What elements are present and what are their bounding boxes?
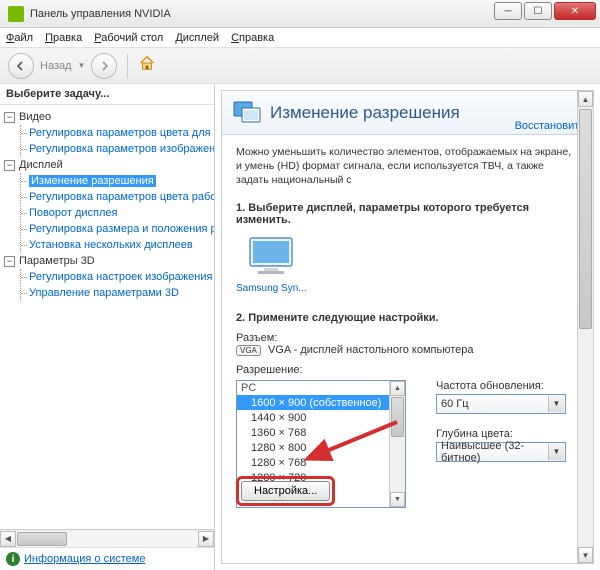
maximize-button[interactable]: ☐: [524, 2, 552, 20]
tree-item[interactable]: Регулировка параметров цвета для вид: [29, 125, 214, 141]
forward-button[interactable]: [91, 53, 117, 79]
content-frame: Изменение разрешения Восстановить Можно …: [221, 90, 594, 564]
content-area: Изменение разрешения Восстановить Можно …: [215, 84, 600, 570]
back-label: Назад: [40, 60, 72, 72]
monitor-selector[interactable]: Samsung Syn...: [236, 234, 307, 294]
tree-item[interactable]: Поворот дисплея: [29, 205, 214, 221]
list-item[interactable]: 1600 × 900 (собственное): [237, 395, 405, 410]
settings-button-highlight: Настройка...: [236, 476, 335, 506]
tree-item[interactable]: Регулировка настроек изображения с пр: [29, 269, 214, 285]
depth-value: Наивысшее (32-битное): [441, 440, 561, 464]
tree-item[interactable]: Регулировка размера и положения рабо: [29, 221, 214, 237]
chevron-down-icon: ▼: [548, 396, 564, 412]
step1-label: 1. Выберите дисплей, параметры которого …: [236, 202, 579, 226]
vga-icon: VGA: [236, 345, 261, 356]
list-item[interactable]: 1360 × 768: [237, 425, 405, 440]
minimize-button[interactable]: ─: [494, 2, 522, 20]
depth-label: Глубина цвета:: [436, 428, 566, 440]
collapse-icon[interactable]: −: [4, 160, 15, 171]
scroll-left-icon[interactable]: ◀: [0, 531, 16, 547]
content-v-scrollbar[interactable]: ▲ ▼: [577, 91, 593, 563]
collapse-icon[interactable]: −: [4, 112, 15, 123]
back-dropdown-icon[interactable]: ▼: [78, 61, 86, 70]
monitor-icon: [244, 234, 298, 278]
customize-button[interactable]: Настройка...: [241, 481, 330, 501]
tree-item[interactable]: Регулировка параметров цвета рабочег: [29, 189, 214, 205]
tree-item[interactable]: Установка нескольких дисплеев: [29, 237, 214, 253]
menu-desktop[interactable]: Рабочий стол: [94, 32, 163, 44]
titlebar: Панель управления NVIDIA ─ ☐ ✕: [0, 0, 600, 28]
system-info-link[interactable]: Информация о системе: [24, 553, 145, 565]
task-tree[interactable]: − Видео Регулировка параметров цвета для…: [0, 105, 214, 529]
tree-group-display[interactable]: − Дисплей: [4, 157, 214, 173]
restore-defaults-link[interactable]: Восстановить: [515, 120, 585, 132]
scroll-track[interactable]: [16, 531, 198, 547]
close-button[interactable]: ✕: [554, 2, 596, 20]
tree-item-change-resolution[interactable]: Изменение разрешения: [29, 173, 214, 189]
home-button[interactable]: [138, 54, 162, 78]
scroll-thumb[interactable]: [579, 109, 592, 329]
sidebar-footer: i Информация о системе: [0, 547, 214, 570]
home-icon: [138, 54, 156, 72]
tree-group-video[interactable]: − Видео: [4, 109, 214, 125]
scroll-thumb[interactable]: [391, 397, 404, 437]
sidebar-header: Выберите задачу...: [0, 84, 214, 105]
scroll-thumb[interactable]: [17, 532, 67, 546]
refresh-rate-select[interactable]: 60 Гц ▼: [436, 394, 566, 414]
page-header: Изменение разрешения Восстановить: [222, 91, 593, 135]
step2-label: 2. Примените следующие настройки.: [236, 312, 579, 324]
menu-file[interactable]: Файл: [6, 32, 33, 44]
tree-item[interactable]: Регулировка параметров изображения д: [29, 141, 214, 157]
menubar: Файл Правка Рабочий стол Дисплей Справка: [0, 28, 600, 48]
tree-group-3d[interactable]: − Параметры 3D: [4, 253, 214, 269]
scroll-down-icon[interactable]: ▼: [390, 492, 405, 507]
toolbar: Назад ▼: [0, 48, 600, 84]
page-body: Можно уменьшить количество элементов, от…: [222, 135, 593, 518]
resolution-header-icon: [232, 100, 262, 126]
menu-display[interactable]: Дисплей: [175, 32, 219, 44]
sidebar-h-scrollbar[interactable]: ◀ ▶: [0, 529, 214, 547]
refresh-value: 60 Гц: [441, 398, 469, 410]
info-icon: i: [6, 552, 20, 566]
resolution-label: Разрешение:: [236, 364, 579, 376]
list-item[interactable]: 1280 × 768: [237, 455, 405, 470]
connector-row: Разъем: VGA VGA - дисплей настольного ко…: [236, 332, 579, 356]
list-item[interactable]: 1440 × 900: [237, 410, 405, 425]
intro-text: Можно уменьшить количество элементов, от…: [236, 145, 579, 188]
scroll-right-icon[interactable]: ▶: [198, 531, 214, 547]
refresh-label: Частота обновления:: [436, 380, 566, 392]
scroll-up-icon[interactable]: ▲: [578, 91, 593, 107]
main-split: Выберите задачу... − Видео Регулировка п…: [0, 84, 600, 570]
arrow-right-icon: [98, 60, 110, 72]
back-button[interactable]: [8, 53, 34, 79]
scroll-down-icon[interactable]: ▼: [578, 547, 593, 563]
listbox-scrollbar[interactable]: ▲ ▼: [389, 381, 405, 507]
monitor-name: Samsung Syn...: [236, 283, 307, 294]
list-item[interactable]: 1280 × 800: [237, 440, 405, 455]
color-depth-select[interactable]: Наивысшее (32-битное) ▼: [436, 442, 566, 462]
connector-label: Разъем:: [236, 332, 277, 344]
menu-help[interactable]: Справка: [231, 32, 274, 44]
tree-item[interactable]: Управление параметрами 3D: [29, 285, 214, 301]
menu-edit[interactable]: Правка: [45, 32, 82, 44]
nvidia-app-icon: [8, 6, 24, 22]
listbox-group: PC: [237, 381, 405, 395]
toolbar-separator: [127, 54, 128, 78]
task-sidebar: Выберите задачу... − Видео Регулировка п…: [0, 84, 215, 570]
connector-value: VGA - дисплей настольного компьютера: [268, 344, 474, 356]
scroll-up-icon[interactable]: ▲: [390, 381, 405, 396]
collapse-icon[interactable]: −: [4, 256, 15, 267]
arrow-left-icon: [15, 60, 27, 72]
chevron-down-icon: ▼: [548, 444, 564, 460]
